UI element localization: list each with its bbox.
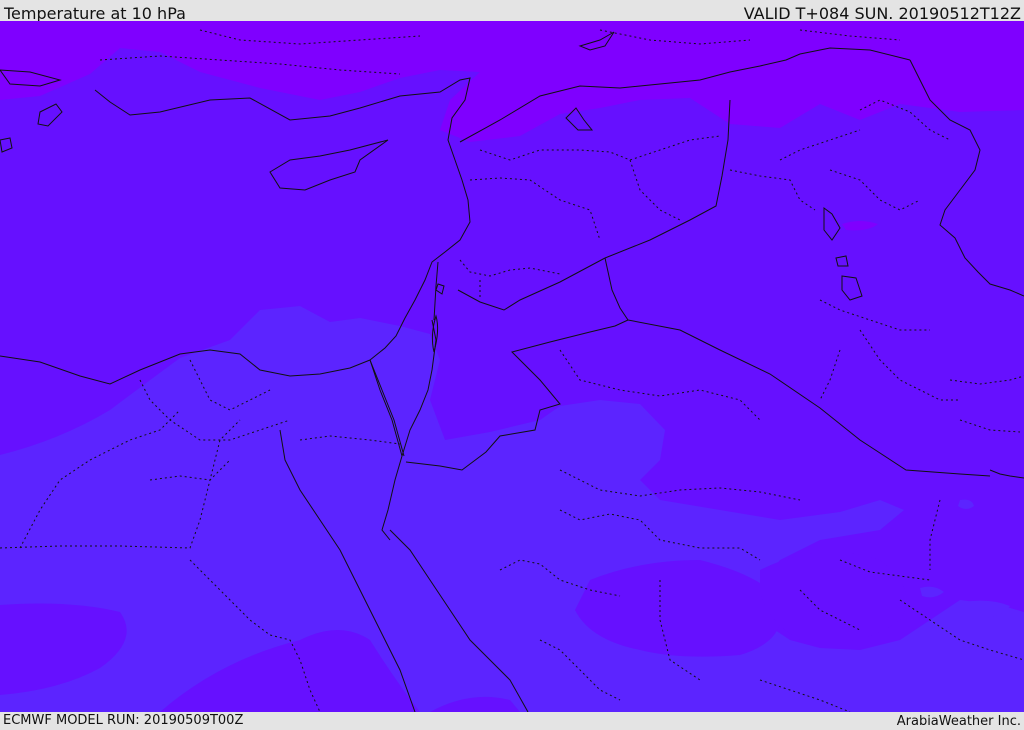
- footer-bar: ECMWF MODEL RUN: 20190509T00Z ArabiaWeat…: [0, 712, 1024, 729]
- weather-map[interactable]: [0, 21, 1024, 712]
- header-bar: Temperature at 10 hPa VALID T+084 SUN. 2…: [0, 0, 1024, 23]
- credit-label: ArabiaWeather Inc.: [896, 714, 1021, 729]
- model-run-label: ECMWF MODEL RUN: 20190509T00Z: [3, 713, 244, 728]
